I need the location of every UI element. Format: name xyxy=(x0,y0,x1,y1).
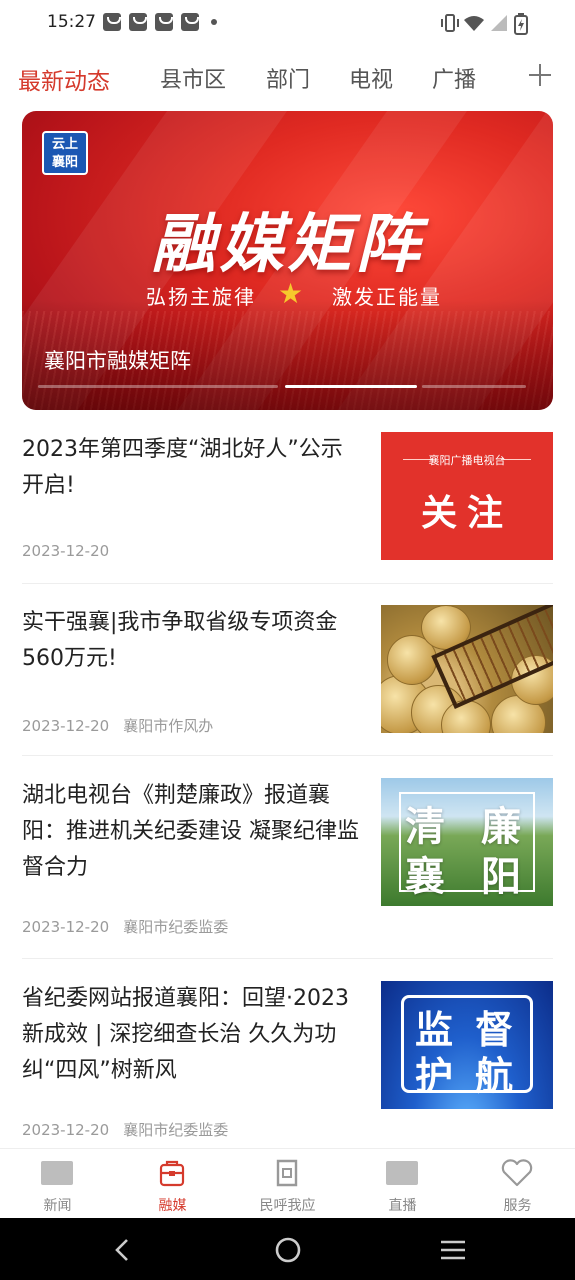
article-date: 2023-12-20 xyxy=(22,717,110,735)
divider xyxy=(22,755,553,756)
article-thumbnail: 清 廉 襄 阳 xyxy=(381,778,553,906)
article-title: 实干强襄|我市争取省级专项资金560万元! xyxy=(22,610,338,671)
wifi-icon xyxy=(464,16,484,31)
app-notification-icon xyxy=(103,13,121,31)
star-icon: ★ xyxy=(278,277,304,310)
thumb-caption: 襄阳广播电视台 xyxy=(428,454,506,467)
banner-slogan-right: 激发正能量 xyxy=(332,285,442,309)
tab-latest[interactable]: 最新动态 xyxy=(18,62,110,96)
article-source: 襄阳市纪委监委 xyxy=(123,1121,229,1139)
article-source: 襄阳市纪委监委 xyxy=(123,918,229,936)
list-item[interactable]: 湖北电视台《荆楚廉政》报道襄阳：推进机关纪委建设 凝聚纪律监督合力 2023-1… xyxy=(22,778,553,938)
vibrate-icon xyxy=(441,14,459,32)
app-notification-icon xyxy=(181,13,199,31)
tab-counties[interactable]: 县市区 xyxy=(160,62,226,94)
signal-icon xyxy=(491,15,507,31)
article-title: 2023年第四季度“湖北好人”公示开启! xyxy=(22,437,343,498)
heart-icon xyxy=(501,1159,533,1187)
media-bag-icon xyxy=(159,1160,185,1187)
live-tv-icon xyxy=(386,1161,418,1185)
carousel-indicator xyxy=(38,385,278,388)
article-title: 省纪委网站报道襄阳：回望·2023新成效 | 深挖细查长治 久久为功纠“四风”树… xyxy=(22,986,349,1083)
article-thumbnail: 襄阳广播电视台 关注 xyxy=(381,432,553,560)
recents-icon[interactable] xyxy=(440,1239,466,1261)
battery-charging-icon xyxy=(514,13,528,35)
news-icon xyxy=(41,1161,73,1185)
more-dot-icon xyxy=(211,19,217,25)
nav-news[interactable]: 新闻 xyxy=(0,1149,115,1219)
thumb-headline: 关注 xyxy=(420,493,513,534)
bottom-nav: 新闻 融媒 民呼我应 直播 服务 xyxy=(0,1148,575,1218)
add-channel-icon[interactable] xyxy=(527,62,553,88)
article-title: 湖北电视台《荆楚廉政》报道襄阳：推进机关纪委建设 凝聚纪律监督合力 xyxy=(22,783,359,880)
yunshang-xiangyang-logo: 云上 襄阳 xyxy=(42,131,88,175)
article-thumbnail xyxy=(381,605,553,733)
tab-departments[interactable]: 部门 xyxy=(266,62,310,94)
article-date: 2023-12-20 xyxy=(22,1121,110,1139)
article-meta: 2023-12-20 xyxy=(22,542,109,560)
tab-radio[interactable]: 广播 xyxy=(432,62,476,94)
app-notification-icon xyxy=(129,13,147,31)
article-source: 襄阳市作风办 xyxy=(123,717,214,735)
carousel-indicator-active xyxy=(285,385,417,388)
tab-tv[interactable]: 电视 xyxy=(349,62,393,94)
article-meta: 2023-12-20 襄阳市作风办 xyxy=(22,715,213,736)
banner-caption: 襄阳市融媒矩阵 xyxy=(44,349,191,373)
divider xyxy=(22,583,553,584)
system-navigation-bar xyxy=(0,1218,575,1280)
nav-live[interactable]: 直播 xyxy=(345,1149,460,1219)
article-meta: 2023-12-20 襄阳市纪委监委 xyxy=(22,916,228,937)
banner-headline: 融媒矩阵 xyxy=(151,208,424,282)
nav-media[interactable]: 融媒 xyxy=(115,1149,230,1219)
banner-slogan-left: 弘扬主旋律 xyxy=(146,285,256,309)
status-bar: 15:27 xyxy=(0,0,575,48)
list-item[interactable]: 2023年第四季度“湖北好人”公示开启! 2023-12-20 襄阳广播电视台 … xyxy=(22,432,553,562)
article-thumbnail: 监 督 护 航 xyxy=(381,981,553,1109)
featured-banner[interactable]: 云上 襄阳 融媒矩阵 弘扬主旋律 ★ 激发正能量 襄阳市融媒矩阵 xyxy=(22,111,553,410)
category-tabs: 最新动态 县市区 部门 电视 广播 xyxy=(0,56,575,102)
list-item[interactable]: 实干强襄|我市争取省级专项资金560万元! 2023-12-20 襄阳市作风办 xyxy=(22,605,553,735)
home-icon[interactable] xyxy=(274,1236,302,1264)
article-meta: 2023-12-20 襄阳市纪委监委 xyxy=(22,1119,228,1140)
nav-services[interactable]: 服务 xyxy=(460,1149,575,1219)
status-time: 15:27 xyxy=(47,12,96,32)
article-date: 2023-12-20 xyxy=(22,918,110,936)
ask-icon xyxy=(276,1159,298,1187)
app-notification-icon xyxy=(155,13,173,31)
article-date: 2023-12-20 xyxy=(22,542,110,560)
divider xyxy=(22,958,553,959)
list-item[interactable]: 省纪委网站报道襄阳：回望·2023新成效 | 深挖细查长治 久久为功纠“四风”树… xyxy=(22,981,553,1141)
nav-ask[interactable]: 民呼我应 xyxy=(230,1149,345,1219)
back-icon[interactable] xyxy=(112,1238,132,1262)
carousel-indicator xyxy=(422,385,526,388)
